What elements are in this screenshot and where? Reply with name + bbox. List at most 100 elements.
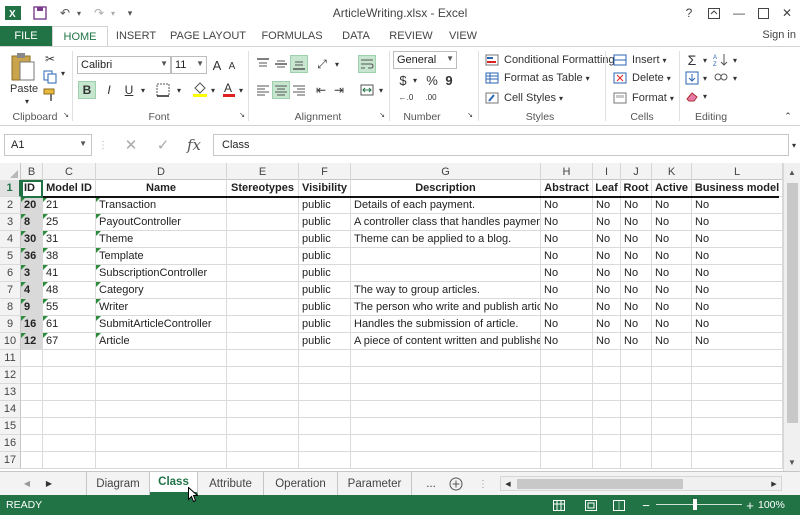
next-sheet-icon[interactable]: ▶ [42,476,56,490]
table-cell[interactable]: 9 [21,299,43,316]
table-cell[interactable]: No [593,231,621,248]
copy-icon[interactable] [42,69,58,85]
empty-cell[interactable] [652,401,692,418]
table-cell[interactable]: public [299,282,351,299]
table-cell[interactable]: No [692,316,783,333]
header-cell[interactable]: Visibility [299,180,351,197]
empty-cell[interactable] [299,418,351,435]
clear-icon[interactable] [684,87,700,105]
table-cell[interactable]: public [299,214,351,231]
table-cell[interactable]: No [621,282,652,299]
empty-cell[interactable] [43,418,96,435]
table-cell[interactable] [227,265,299,282]
table-cell[interactable]: No [692,248,783,265]
scroll-up-icon[interactable]: ▲ [784,165,800,179]
sort-filter-icon[interactable]: AZ [712,51,730,69]
cancel-entry-icon[interactable]: ✕ [120,135,142,155]
table-cell[interactable] [227,299,299,316]
insert-cells-button[interactable]: Insert ▾ [612,51,667,69]
table-cell[interactable] [227,316,299,333]
empty-cell[interactable] [227,452,299,469]
format-cells-button[interactable]: Format ▾ [612,89,674,107]
sheet-tab-operation[interactable]: Operation [264,472,338,495]
table-cell[interactable]: 31 [43,231,96,248]
empty-cell[interactable] [593,418,621,435]
prev-sheet-icon[interactable]: ◀ [20,476,34,490]
paste-dropdown-icon[interactable]: ▾ [21,97,33,106]
empty-cell[interactable] [692,350,783,367]
font-name-combo[interactable]: Calibri ▼ [77,56,171,74]
table-cell[interactable]: No [652,197,692,214]
sign-in-link[interactable]: Sign in [762,29,796,41]
orientation-dropdown-icon[interactable]: ▾ [332,55,342,73]
tab-data[interactable]: DATA [334,26,378,46]
table-cell[interactable]: 36 [21,248,43,265]
help-button[interactable]: ? [678,3,700,23]
empty-cell[interactable] [351,384,541,401]
empty-cell[interactable] [621,350,652,367]
table-cell[interactable]: 8 [21,214,43,231]
wrap-text-icon[interactable] [358,55,376,73]
row-header-17[interactable]: 17 [0,452,21,469]
table-cell[interactable]: A controller class that handles payment [351,214,541,231]
empty-cell[interactable] [21,367,43,384]
paste-icon[interactable] [8,51,38,83]
header-cell[interactable]: Stereotypes [227,180,299,197]
table-cell[interactable]: Writer [96,299,227,316]
underline-button[interactable]: U [120,81,138,99]
row-header-8[interactable]: 8 [0,299,21,316]
header-cell[interactable]: Leaf [593,180,621,197]
empty-cell[interactable] [593,401,621,418]
merge-dropdown-icon[interactable]: ▾ [376,81,386,99]
empty-cell[interactable] [652,384,692,401]
empty-cell[interactable] [692,435,783,452]
header-cell[interactable]: ID [21,180,43,197]
table-cell[interactable]: No [593,197,621,214]
column-header-e[interactable]: E [227,163,299,180]
table-cell[interactable]: 25 [43,214,96,231]
borders-icon[interactable] [152,81,174,99]
header-cell[interactable]: Root [621,180,652,197]
formula-bar-grip-icon[interactable]: ⋮ [98,139,108,151]
empty-cell[interactable] [351,418,541,435]
empty-cell[interactable] [96,384,227,401]
row-header-5[interactable]: 5 [0,248,21,265]
table-cell[interactable] [227,333,299,350]
row-header-12[interactable]: 12 [0,367,21,384]
row-header-13[interactable]: 13 [0,384,21,401]
empty-cell[interactable] [21,435,43,452]
zoom-slider[interactable] [656,504,742,505]
table-cell[interactable]: No [692,299,783,316]
empty-cell[interactable] [541,452,593,469]
table-cell[interactable]: 12 [21,333,43,350]
name-box[interactable]: A1 ▼ [4,134,92,156]
vertical-scroll-thumb[interactable] [787,183,798,423]
empty-cell[interactable] [299,367,351,384]
empty-cell[interactable] [227,384,299,401]
empty-cell[interactable] [692,401,783,418]
empty-cell[interactable] [43,435,96,452]
table-cell[interactable]: No [621,265,652,282]
table-cell[interactable]: No [692,214,783,231]
table-cell[interactable]: No [652,248,692,265]
table-cell[interactable]: The way to group articles. [351,282,541,299]
table-cell[interactable]: No [621,214,652,231]
empty-cell[interactable] [593,367,621,384]
sheet-tab-diagram[interactable]: Diagram [86,472,150,495]
empty-cell[interactable] [299,452,351,469]
empty-cell[interactable] [652,350,692,367]
empty-cell[interactable] [96,401,227,418]
cell-styles-button[interactable]: Cell Styles ▾ [484,89,563,107]
table-cell[interactable]: No [621,248,652,265]
clipboard-launcher-icon[interactable]: ↘ [62,111,70,119]
table-cell[interactable]: Transaction [96,197,227,214]
table-cell[interactable]: No [541,316,593,333]
tab-view[interactable]: VIEW [444,26,482,46]
align-top-icon[interactable] [254,55,272,73]
formula-input[interactable]: Class [213,134,789,156]
table-cell[interactable] [227,197,299,214]
close-icon[interactable]: ✕ [776,3,798,23]
empty-cell[interactable] [692,452,783,469]
table-cell[interactable]: No [692,282,783,299]
column-header-k[interactable]: K [652,163,692,180]
